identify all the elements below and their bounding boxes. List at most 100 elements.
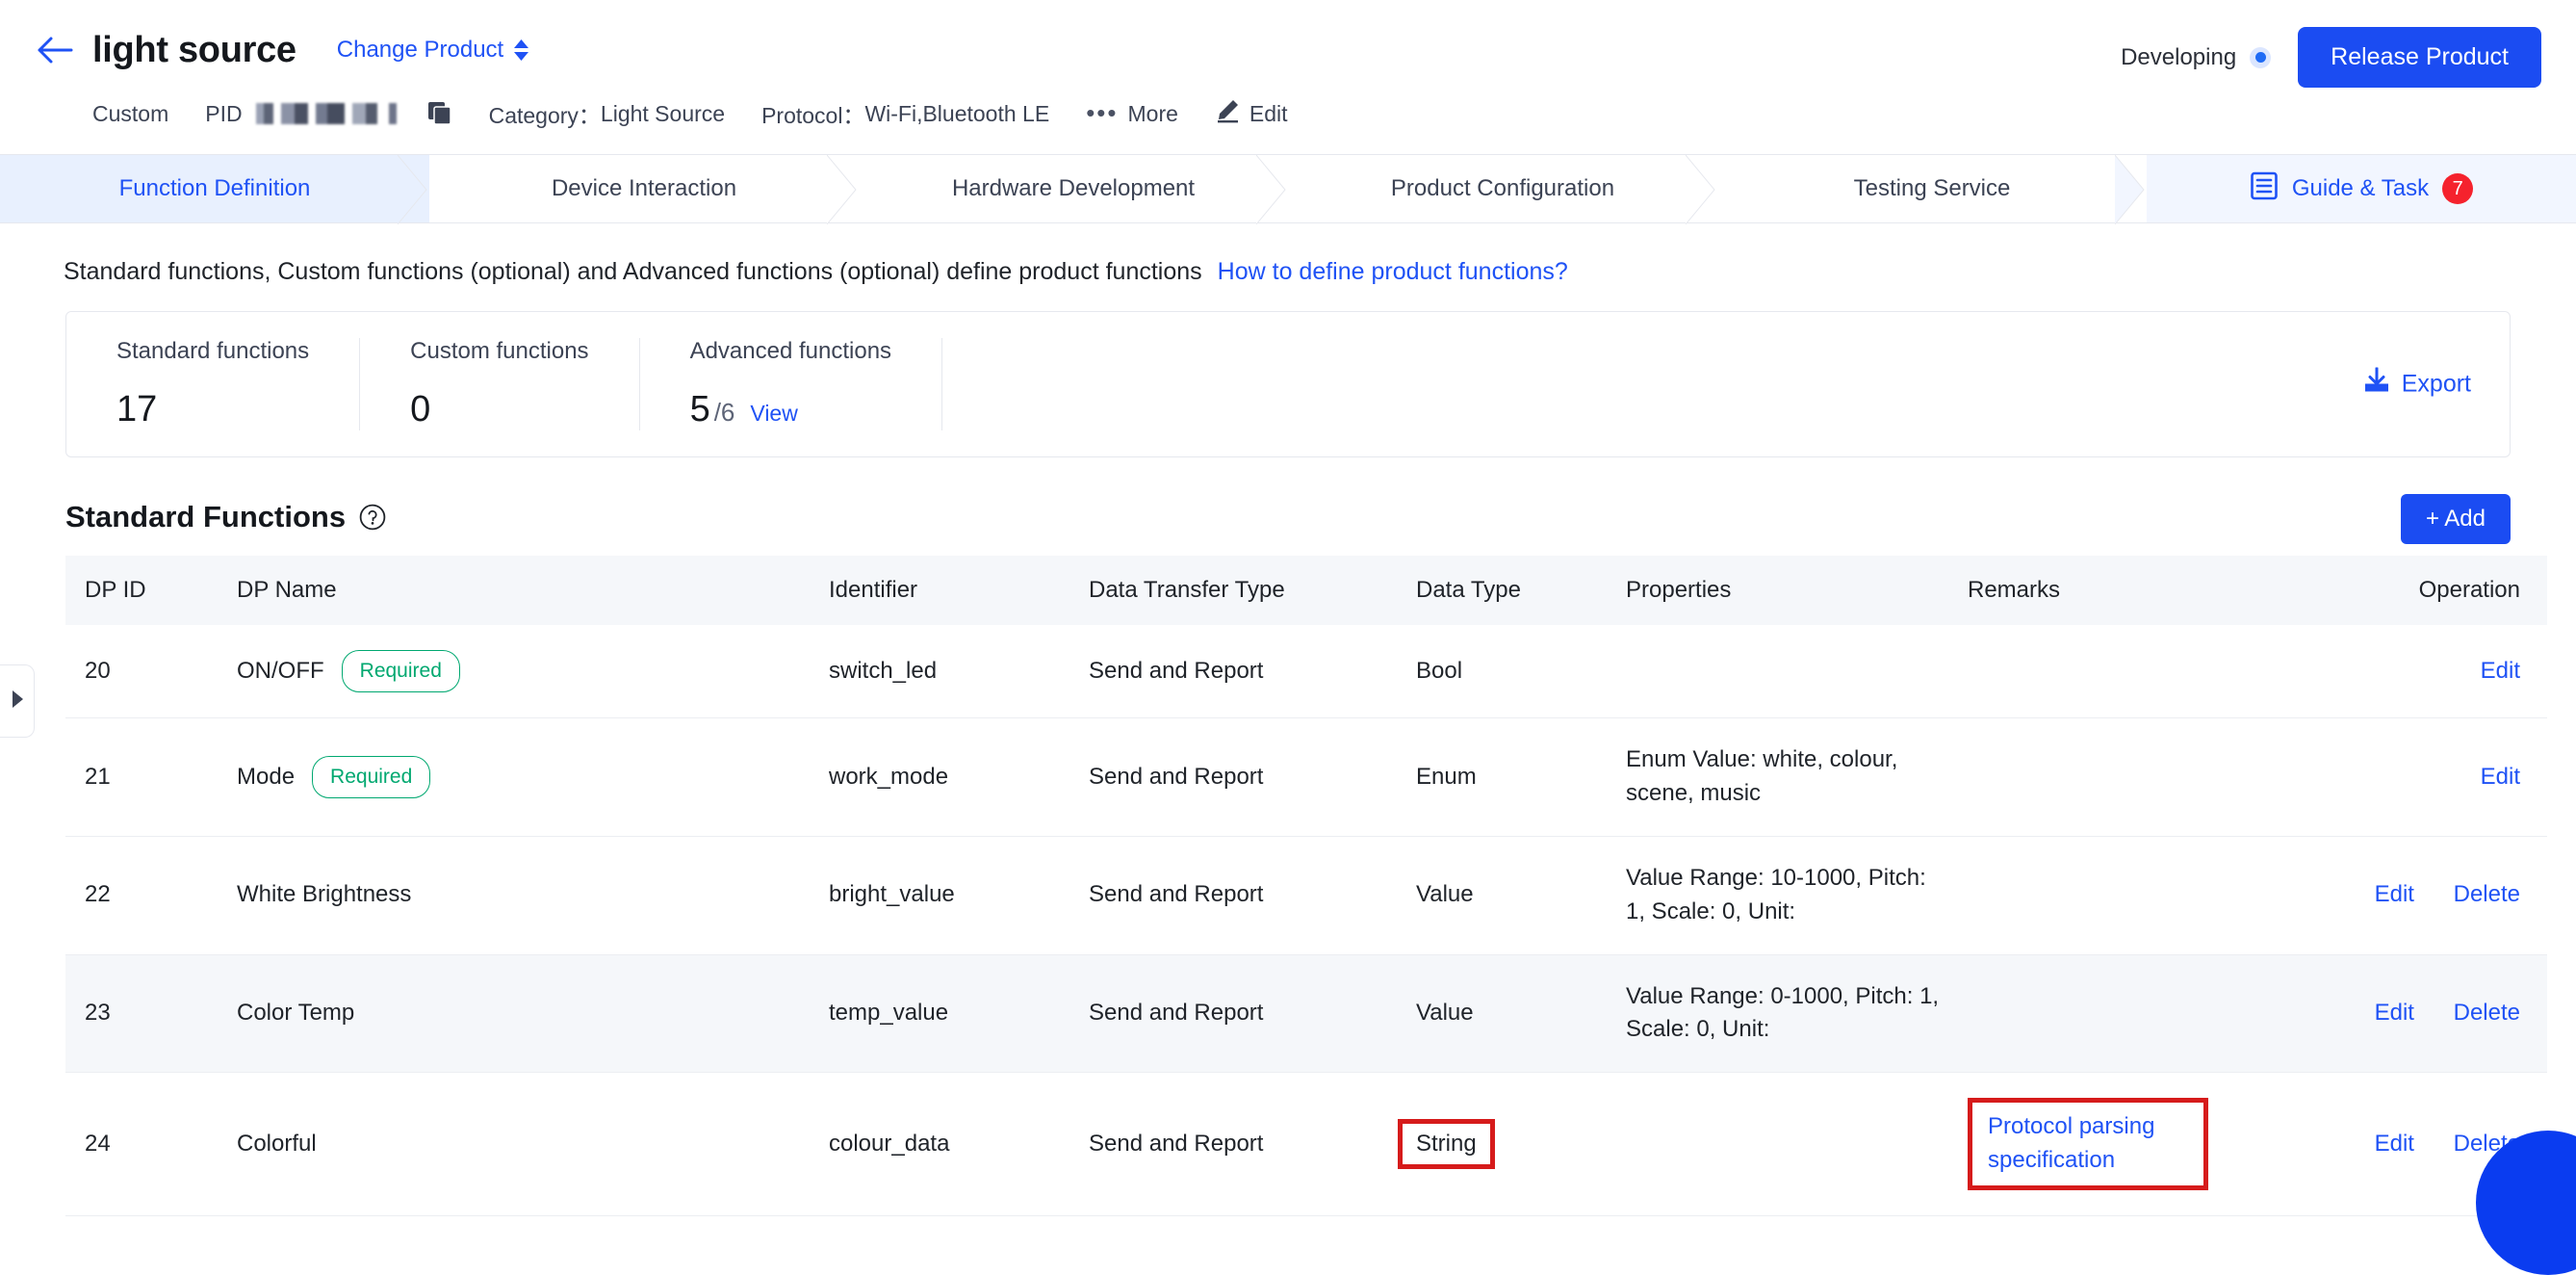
copy-icon[interactable] (427, 101, 452, 126)
status-dot-icon (2250, 47, 2271, 68)
updown-arrows-icon (513, 39, 529, 61)
export-label: Export (2402, 371, 2471, 399)
stat-advanced-functions: Advanced functions 5 /6 View (640, 338, 942, 430)
add-function-button[interactable]: + Add (2401, 494, 2511, 544)
cell-properties (1607, 625, 1948, 718)
edit-link[interactable]: Edit (2375, 881, 2414, 907)
stat-label: Custom functions (410, 338, 588, 365)
header-meta-row: Custom PID Category： Light Source Protoc… (33, 85, 2543, 143)
table-row: 22 White Brightness bright_value Send an… (65, 837, 2547, 955)
cell-data-type: Bool (1397, 625, 1607, 718)
protocol-parsing-specification-link[interactable]: Protocol parsing specification (1968, 1098, 2208, 1190)
cell-dp-name: Color Temp (218, 954, 810, 1073)
edit-link[interactable]: Edit (2481, 764, 2520, 790)
category-value: Light Source (601, 101, 725, 127)
tab-testing-service[interactable]: Testing Service (1717, 155, 2147, 222)
edit-link[interactable]: Edit (2375, 1131, 2414, 1157)
edit-product-button[interactable]: Edit (1215, 98, 1288, 129)
column-header-data-type: Data Type (1397, 556, 1607, 625)
cell-data-transfer-type: Send and Report (1069, 954, 1397, 1073)
more-button[interactable]: ••• More (1086, 101, 1178, 127)
dp-name-label: ON/OFF (237, 655, 324, 689)
column-header-identifier: Identifier (810, 556, 1069, 625)
tab-label: Function Definition (119, 175, 311, 202)
stat-value: 17 (116, 389, 157, 430)
sidebar-expand-handle[interactable] (0, 664, 35, 738)
tab-separator-icon (1256, 155, 1289, 224)
custom-label: Custom (92, 101, 168, 127)
tab-hardware-development[interactable]: Hardware Development (859, 155, 1288, 222)
stat-label: Standard functions (116, 338, 309, 365)
delete-link[interactable]: Delete (2454, 1000, 2520, 1026)
standard-functions-header: Standard Functions + Add (33, 457, 2543, 556)
how-to-define-link[interactable]: How to define product functions? (1218, 258, 1568, 286)
expand-right-triangle-icon (10, 690, 25, 714)
edit-link[interactable]: Edit (2375, 1000, 2414, 1026)
function-stats-card: Standard functions 17 Custom functions 0… (65, 311, 2511, 457)
stat-total: /6 (714, 398, 735, 428)
release-product-button[interactable]: Release Product (2298, 27, 2541, 88)
cell-data-type: Enum (1397, 718, 1607, 837)
cell-properties: Value Range: 10-1000, Pitch: 1, Scale: 0… (1607, 837, 1948, 955)
stat-standard-functions: Standard functions 17 (66, 338, 360, 430)
cell-dp-id: 23 (65, 954, 218, 1073)
stat-value: 0 (410, 389, 430, 430)
cell-identifier: work_mode (810, 718, 1069, 837)
required-badge: Required (312, 756, 430, 798)
cell-dp-id: 24 (65, 1073, 218, 1216)
ellipsis-icon: ••• (1086, 106, 1118, 121)
tab-product-configuration[interactable]: Product Configuration (1288, 155, 1717, 222)
cell-remarks (1948, 954, 2237, 1073)
cell-remarks: Protocol parsing specification (1948, 1073, 2237, 1216)
header-actions: Developing Release Product (2121, 27, 2541, 88)
delete-link[interactable]: Delete (2454, 881, 2520, 907)
cell-data-type: Value (1397, 954, 1607, 1073)
section-title: Standard Functions (65, 500, 346, 534)
table-header-row: DP ID DP Name Identifier Data Transfer T… (65, 556, 2547, 625)
table-row: 21 Mode Required work_mode Send and Repo… (65, 718, 2547, 837)
cell-remarks (1948, 837, 2237, 955)
table-row: 20 ON/OFF Required switch_led Send and R… (65, 625, 2547, 718)
required-badge: Required (342, 650, 460, 692)
tab-guide-and-task[interactable]: Guide & Task 7 (2147, 155, 2576, 222)
table-row: 24 Colorful colour_data Send and Report … (65, 1073, 2547, 1216)
cell-remarks (1948, 625, 2237, 718)
cell-dp-name: Mode Required (218, 718, 810, 837)
tab-separator-icon (398, 155, 430, 224)
question-circle-icon[interactable] (359, 504, 386, 531)
tab-label: Product Configuration (1391, 175, 1614, 202)
cell-dp-id: 22 (65, 837, 218, 955)
back-arrow-icon[interactable] (33, 28, 77, 72)
category-label: Category： (489, 97, 601, 130)
data-type-highlight-box: String (1398, 1119, 1495, 1170)
pid-label: PID (205, 101, 242, 127)
column-header-remarks: Remarks (1948, 556, 2237, 625)
tab-function-definition[interactable]: Function Definition (0, 155, 429, 222)
dp-name-label: Mode (237, 761, 295, 794)
more-label: More (1128, 101, 1178, 127)
column-header-dp-id: DP ID (65, 556, 218, 625)
view-advanced-functions-link[interactable]: View (750, 401, 797, 427)
cell-data-transfer-type: Send and Report (1069, 718, 1397, 837)
cell-identifier: temp_value (810, 954, 1069, 1073)
edit-link[interactable]: Edit (2481, 658, 2520, 684)
tab-separator-icon (1686, 155, 1718, 224)
intro-text-row: Standard functions, Custom functions (op… (33, 223, 2543, 311)
column-header-properties: Properties (1607, 556, 1948, 625)
cell-properties (1607, 1073, 1948, 1216)
cell-operation: Edit Delete (2237, 837, 2547, 955)
cell-properties: Value Range: 0-1000, Pitch: 1, Scale: 0,… (1607, 954, 1948, 1073)
tab-label: Guide & Task (2292, 175, 2429, 202)
list-document-icon (2250, 171, 2279, 207)
tab-label: Hardware Development (952, 175, 1195, 202)
cell-data-type: Value (1397, 837, 1607, 955)
change-product-button[interactable]: Change Product (337, 37, 529, 64)
stat-label: Advanced functions (690, 338, 891, 365)
tab-device-interaction[interactable]: Device Interaction (429, 155, 859, 222)
table-row: 23 Color Temp temp_value Send and Report… (65, 954, 2547, 1073)
tab-label: Device Interaction (552, 175, 736, 202)
cell-data-transfer-type: Send and Report (1069, 837, 1397, 955)
export-button[interactable]: Export (2363, 368, 2471, 402)
intro-text: Standard functions, Custom functions (op… (64, 258, 1202, 286)
page-title: light source (92, 30, 296, 71)
